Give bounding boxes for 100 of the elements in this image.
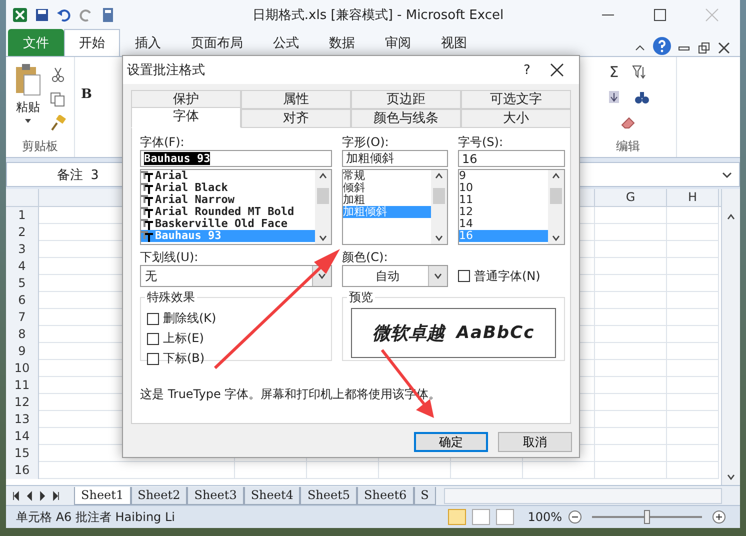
- dialog-tab[interactable]: 颜色与线条: [351, 109, 461, 128]
- table-cell[interactable]: [667, 258, 719, 275]
- sheet-tab[interactable]: Sheet4: [244, 486, 300, 504]
- list-item[interactable]: Arial Narrow: [141, 194, 315, 206]
- zoom-out-icon[interactable]: [568, 510, 582, 524]
- row-header[interactable]: 2: [6, 224, 39, 241]
- vertical-scrollbar[interactable]: [721, 189, 740, 485]
- table-cell[interactable]: [595, 377, 667, 394]
- font-input[interactable]: Bauhaus 93: [140, 150, 332, 167]
- fill-down-icon[interactable]: [606, 89, 622, 106]
- table-cell[interactable]: [667, 360, 719, 377]
- restore-icon[interactable]: [696, 40, 712, 56]
- table-cell[interactable]: [595, 445, 667, 462]
- row-header[interactable]: 5: [6, 275, 39, 292]
- row-header[interactable]: 14: [6, 428, 39, 445]
- table-cell[interactable]: [595, 292, 667, 309]
- brush-icon[interactable]: [50, 115, 66, 131]
- row-header[interactable]: 6: [6, 292, 39, 309]
- table-cell[interactable]: [667, 326, 719, 343]
- table-cell[interactable]: [667, 207, 719, 224]
- row-header[interactable]: 1: [6, 207, 39, 224]
- sheet-nav-icon[interactable]: [38, 490, 47, 502]
- table-cell[interactable]: [667, 394, 719, 411]
- page-layout-button[interactable]: [472, 509, 490, 525]
- table-cell[interactable]: [595, 258, 667, 275]
- ribbon-tab[interactable]: 审阅: [370, 29, 426, 56]
- sheet-tab[interactable]: Sheet5: [300, 486, 358, 504]
- sheet-tab[interactable]: Sheet2: [130, 486, 188, 504]
- table-cell[interactable]: [667, 241, 719, 258]
- calculator-icon[interactable]: [100, 7, 116, 23]
- scrollbar[interactable]: [431, 170, 447, 244]
- bold-button[interactable]: B: [81, 87, 92, 157]
- name-box[interactable]: 备注 3: [7, 166, 125, 184]
- checkbox[interactable]: [147, 312, 159, 324]
- normal-view-button[interactable]: [448, 509, 466, 525]
- row-header[interactable]: 3: [6, 241, 39, 258]
- dialog-tab[interactable]: 对齐: [241, 109, 351, 128]
- checkbox[interactable]: [147, 332, 159, 344]
- paste-button[interactable]: 粘贴: [16, 99, 40, 116]
- horizontal-scrollbar[interactable]: [444, 488, 722, 504]
- binoculars-icon[interactable]: [634, 89, 650, 106]
- ribbon-tab[interactable]: 文件: [8, 29, 64, 56]
- list-item[interactable]: Arial Rounded MT Bold: [141, 206, 315, 218]
- list-item[interactable]: 常规: [343, 170, 431, 182]
- page-break-button[interactable]: [496, 509, 514, 525]
- scrollbar[interactable]: [315, 170, 331, 244]
- undo-icon[interactable]: [56, 7, 72, 23]
- clipboard-icon[interactable]: [14, 63, 42, 97]
- list-item[interactable]: 14: [459, 218, 548, 230]
- ribbon-tab[interactable]: 开始: [64, 29, 120, 56]
- table-cell[interactable]: [39, 462, 235, 479]
- sheet-nav-icon[interactable]: [12, 490, 21, 502]
- checkbox[interactable]: [458, 270, 470, 282]
- row-header[interactable]: 7: [6, 309, 39, 326]
- row-header[interactable]: 15: [6, 445, 39, 462]
- table-cell[interactable]: [307, 462, 379, 479]
- table-cell[interactable]: [595, 207, 667, 224]
- dialog-tab[interactable]: 属性: [241, 90, 351, 109]
- ribbon-tab[interactable]: 视图: [426, 29, 482, 56]
- column-header[interactable]: G: [595, 189, 667, 206]
- table-cell[interactable]: [595, 360, 667, 377]
- close-icon[interactable]: [716, 40, 732, 56]
- row-header[interactable]: 12: [6, 394, 39, 411]
- size-input[interactable]: 16: [458, 150, 565, 167]
- table-cell[interactable]: [595, 224, 667, 241]
- table-cell[interactable]: [667, 224, 719, 241]
- row-header[interactable]: 10: [6, 360, 39, 377]
- autosum-button[interactable]: Σ: [609, 63, 619, 81]
- table-cell[interactable]: [667, 428, 719, 445]
- row-header[interactable]: 9: [6, 343, 39, 360]
- copy-icon[interactable]: [50, 91, 66, 107]
- dialog-tab[interactable]: 字体: [131, 107, 241, 128]
- table-cell[interactable]: [595, 275, 667, 292]
- table-cell[interactable]: [667, 309, 719, 326]
- style-input[interactable]: 加粗倾斜: [342, 150, 448, 167]
- table-cell[interactable]: [523, 462, 595, 479]
- list-item[interactable]: 11: [459, 194, 548, 206]
- save-icon[interactable]: [34, 7, 50, 23]
- table-cell[interactable]: [595, 326, 667, 343]
- color-dropdown[interactable]: 自动: [342, 265, 448, 287]
- table-cell[interactable]: [595, 343, 667, 360]
- table-cell[interactable]: [595, 394, 667, 411]
- sheet-tab[interactable]: Sheet1: [74, 486, 131, 504]
- table-cell[interactable]: [667, 445, 719, 462]
- table-cell[interactable]: [667, 462, 719, 479]
- row-header[interactable]: 4: [6, 258, 39, 275]
- checkbox[interactable]: [147, 352, 159, 364]
- scrollbar-thumb[interactable]: [433, 188, 445, 204]
- table-cell[interactable]: [595, 462, 667, 479]
- sheet-tab[interactable]: Sheet3: [187, 486, 244, 504]
- help-button[interactable]: ?: [507, 62, 547, 78]
- zoom-in-icon[interactable]: [712, 510, 726, 524]
- scrollbar-thumb[interactable]: [550, 188, 562, 204]
- dialog-tab[interactable]: 大小: [461, 109, 571, 128]
- list-item[interactable]: 10: [459, 182, 548, 194]
- table-cell[interactable]: [595, 309, 667, 326]
- ribbon-tab[interactable]: 插入: [120, 29, 176, 56]
- table-cell[interactable]: [595, 411, 667, 428]
- list-item[interactable]: 9: [459, 170, 548, 182]
- table-cell[interactable]: [235, 462, 307, 479]
